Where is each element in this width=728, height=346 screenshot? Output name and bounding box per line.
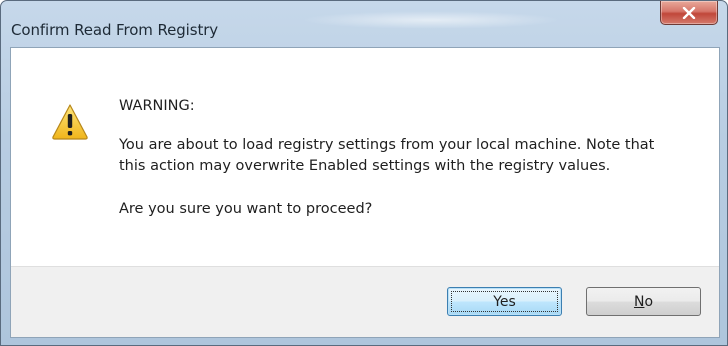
- message-area: WARNING: You are about to load registry …: [11, 48, 719, 266]
- close-icon: [682, 6, 696, 19]
- no-button[interactable]: No: [586, 287, 701, 316]
- warning-message: You are about to load registry settings …: [119, 137, 655, 174]
- close-button[interactable]: [660, 1, 718, 25]
- yes-button[interactable]: Yes: [447, 287, 562, 316]
- warning-icon: [51, 103, 89, 141]
- dialog-window: Confirm Read From Registry WARNING: You …: [0, 0, 728, 346]
- focus-ring: [451, 291, 558, 312]
- dialog-client-area: WARNING: You are about to load registry …: [10, 47, 720, 338]
- warning-heading: WARNING:: [119, 98, 195, 114]
- title-bar[interactable]: Confirm Read From Registry: [1, 1, 727, 39]
- window-title: Confirm Read From Registry: [11, 21, 219, 39]
- button-bar: Yes No: [11, 266, 719, 337]
- no-button-mnemonic: N: [633, 293, 645, 310]
- no-button-label: No: [634, 294, 653, 310]
- confirmation-question: Are you sure you want to proceed?: [119, 201, 373, 217]
- message-text-block: WARNING: You are about to load registry …: [119, 96, 699, 220]
- no-button-label-rest: o: [644, 293, 654, 310]
